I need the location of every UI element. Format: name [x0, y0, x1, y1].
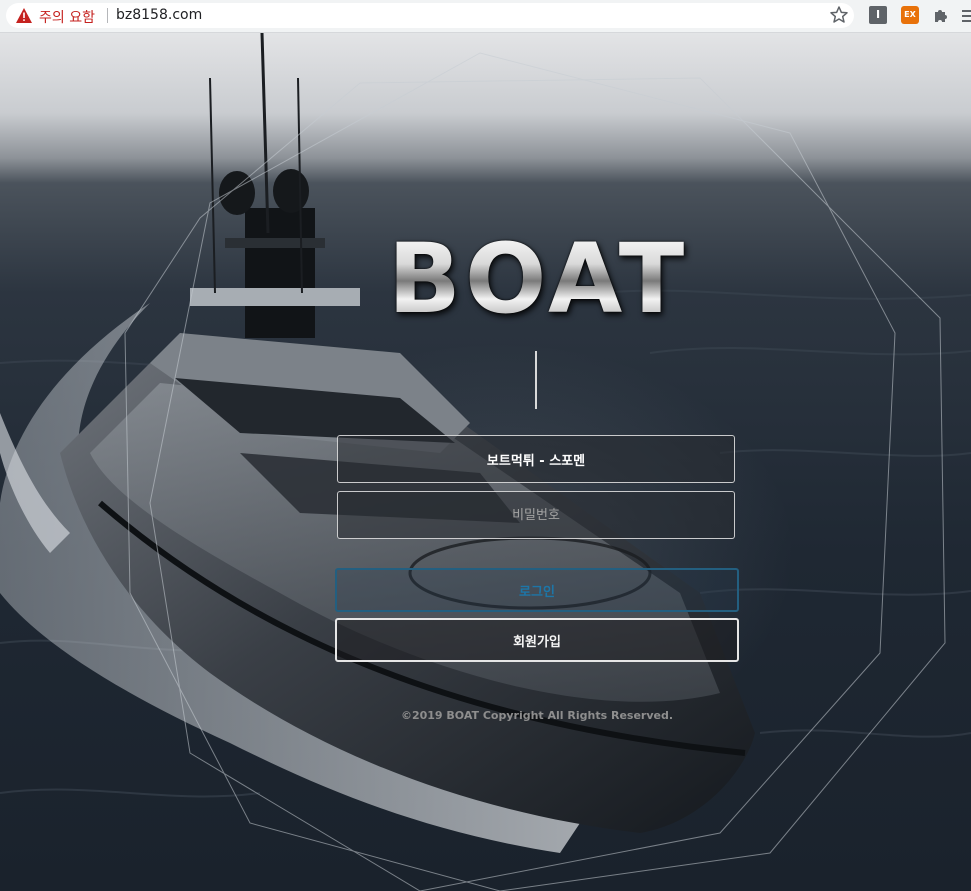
login-button-label: 로그인: [519, 584, 555, 600]
security-warning-label[interactable]: 주의 요함: [39, 7, 95, 27]
warning-icon[interactable]: [16, 8, 32, 23]
extension-i-icon[interactable]: I: [869, 6, 887, 24]
signup-button[interactable]: 회원가입: [335, 618, 739, 662]
address-separator: [107, 8, 108, 23]
menu-icon[interactable]: [960, 9, 971, 23]
login-page: BOAT 로그인 회원가입 ©2019 BOAT Copyright All R…: [0, 33, 971, 891]
address-bar[interactable]: 주의 요함 bz8158.com: [6, 3, 854, 28]
logo-divider: [535, 351, 537, 409]
login-button[interactable]: 로그인: [335, 568, 739, 612]
extension-ex-icon[interactable]: EX: [901, 6, 919, 24]
bookmark-star-icon[interactable]: [829, 5, 849, 25]
signup-button-label: 회원가입: [513, 634, 561, 650]
password-input[interactable]: [337, 491, 735, 539]
url-text[interactable]: bz8158.com: [116, 7, 202, 23]
browser-toolbar: 주의 요함 bz8158.com I EX: [0, 0, 971, 33]
boat-logo: BOAT: [387, 223, 689, 335]
username-input[interactable]: [337, 435, 735, 483]
extensions-puzzle-icon[interactable]: [932, 6, 950, 24]
copyright-text: ©2019 BOAT Copyright All Rights Reserved…: [400, 709, 674, 722]
